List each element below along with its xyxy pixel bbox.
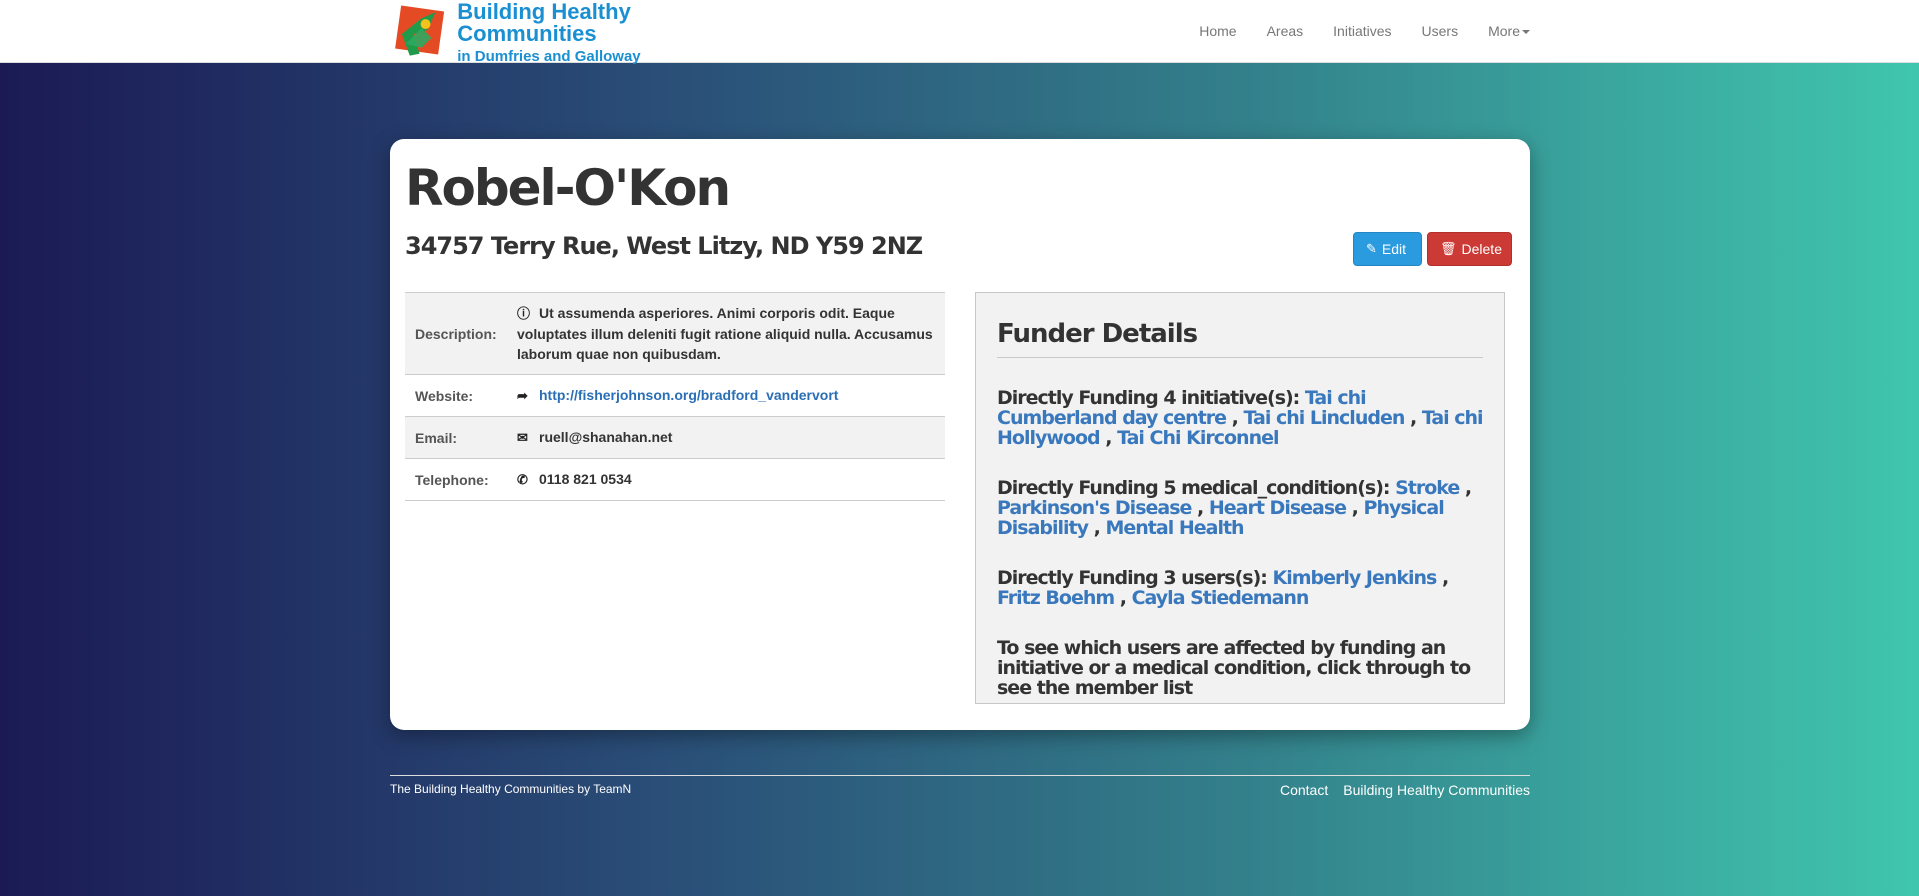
phone-icon: ✆ (517, 472, 528, 487)
list-separator: , (1099, 427, 1118, 449)
telephone-value: 0118 821 0534 (539, 471, 632, 487)
funded-medical-conditions: Directly Funding 5 medical_condition(s):… (997, 478, 1483, 538)
delete-button-label: Delete (1461, 241, 1502, 257)
funder-link[interactable]: Mental Health (1105, 517, 1244, 539)
share-arrow-icon: ➦ (517, 388, 528, 403)
list-separator: , (1088, 517, 1106, 539)
list-separator: , (1191, 497, 1209, 519)
delete-button[interactable]: 🗑 Delete (1427, 232, 1512, 266)
list-separator: , (1404, 407, 1422, 429)
telephone-value-cell: ✆ 0118 821 0534 (507, 458, 945, 501)
trash-icon: 🗑 (1440, 241, 1457, 256)
footer: The Building Healthy Communities by Team… (390, 775, 1530, 798)
nav-initiatives[interactable]: Initiatives (1318, 23, 1406, 39)
table-row: Telephone: ✆ 0118 821 0534 (405, 458, 945, 501)
footer-links: Contact Building Healthy Communities (1280, 782, 1530, 798)
nav-areas[interactable]: Areas (1252, 23, 1319, 39)
funder-link[interactable]: Stroke (1395, 477, 1460, 499)
edit-button-label: Edit (1381, 241, 1407, 257)
table-row: Website: ➦ http://fisherjohnson.org/bradf… (405, 374, 945, 417)
funder-details-panel: Funder Details Directly Funding 4 initia… (975, 292, 1505, 704)
website-link[interactable]: http://fisherjohnson.org/bradford_vander… (539, 387, 838, 403)
list-separator: , (1226, 407, 1244, 429)
brand-subtitle: in Dumfries and Galloway (457, 47, 641, 65)
funded-conditions-prefix: Directly Funding 5 medical_condition(s): (997, 477, 1390, 499)
funder-link[interactable]: Tai Chi Kirconnel (1117, 427, 1279, 449)
email-value: ruell@shanahan.net (539, 429, 673, 445)
caret-down-icon (1522, 30, 1530, 35)
main-nav: Home Areas Initiatives Users More (1184, 0, 1530, 62)
footer-site-link[interactable]: Building Healthy Communities (1343, 782, 1530, 798)
funder-link[interactable]: Fritz Boehm (997, 587, 1115, 609)
nav-users[interactable]: Users (1407, 23, 1474, 39)
funded-users: Directly Funding 3 users(s): Kimberly Je… (997, 568, 1483, 608)
nav-home[interactable]: Home (1184, 23, 1251, 39)
website-value-cell: ➦ http://fisherjohnson.org/bradford_vande… (507, 374, 945, 417)
funder-details-title: Funder Details (997, 319, 1483, 358)
funder-note: To see which users are affected by fundi… (997, 637, 1471, 699)
funder-link[interactable]: Tai chi Lincluden (1244, 407, 1406, 429)
list-separator: , (1459, 477, 1472, 499)
description-value-cell: ⓘ Ut assumenda asperiores. Animi corporis… (507, 292, 945, 375)
nav-more-dropdown[interactable]: More (1473, 23, 1530, 39)
website-label: Website: (405, 374, 507, 417)
funded-initiatives-prefix: Directly Funding 4 initiative(s): (997, 387, 1300, 409)
logo-icon (395, 5, 445, 56)
nav-more-label: More (1488, 23, 1520, 39)
telephone-label: Telephone: (405, 458, 507, 501)
list-separator: , (1346, 497, 1364, 519)
edit-button[interactable]: ✎ Edit (1353, 232, 1422, 266)
description-value: Ut assumenda asperiores. Animi corporis … (517, 305, 933, 362)
organisation-address: 34757 Terry Rue, West Litzy, ND Y59 2NZ (405, 232, 923, 260)
details-table: Description: ⓘ Ut assumenda asperiores. A… (405, 292, 945, 501)
list-separator: , (1114, 587, 1132, 609)
email-label: Email: (405, 416, 507, 459)
funded-initiatives: Directly Funding 4 initiative(s): Tai ch… (997, 387, 1484, 449)
page-title: Robel-O'Kon (405, 159, 731, 217)
funder-link[interactable]: Parkinson's Disease (997, 497, 1192, 519)
footer-contact-link[interactable]: Contact (1280, 782, 1328, 798)
organisation-card: Robel-O'Kon 34757 Terry Rue, West Litzy,… (390, 139, 1530, 730)
navbar: Building Healthy Communities in Dumfries… (0, 0, 1919, 64)
table-row: Description: ⓘ Ut assumenda asperiores. A… (405, 292, 945, 375)
funded-users-prefix: Directly Funding 3 users(s): (997, 567, 1268, 589)
brand-logo-link[interactable]: Building Healthy Communities in Dumfries… (392, 0, 772, 64)
footer-credit: The Building Healthy Communities by Team… (390, 782, 632, 796)
edit-icon: ✎ (1366, 241, 1377, 256)
list-separator: , (1436, 567, 1449, 589)
funder-link[interactable]: Cayla Stiedemann (1132, 587, 1310, 609)
description-label: Description: (405, 292, 507, 375)
table-row: Email: ✉ ruell@shanahan.net (405, 416, 945, 459)
email-value-cell: ✉ ruell@shanahan.net (507, 416, 945, 459)
funder-link[interactable]: Heart Disease (1209, 497, 1347, 519)
funder-link[interactable]: Kimberly Jenkins (1272, 567, 1437, 589)
brand-title: Building Healthy Communities (457, 0, 631, 46)
envelope-icon: ✉ (517, 430, 528, 445)
info-icon: ⓘ (517, 306, 531, 321)
